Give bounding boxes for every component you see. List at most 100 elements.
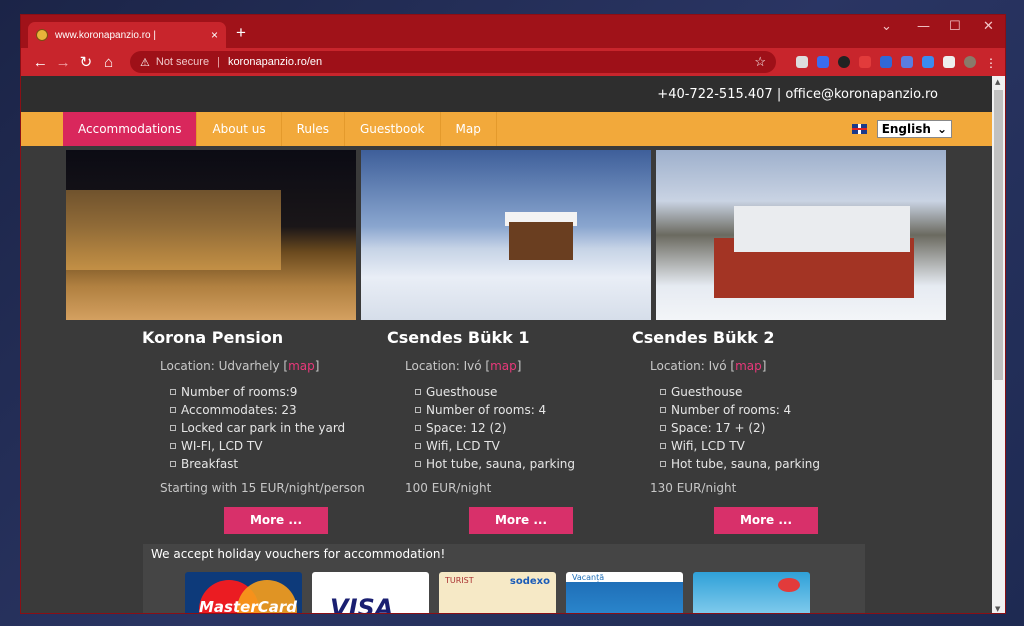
home-icon[interactable]: ⌂ [97,54,120,71]
more-button[interactable]: More ... [714,507,818,534]
pension-name: Csendes Bükk 1 [387,328,530,347]
voucher-cards: MasterCard VISA TURIST sodexo Vacanță [185,572,810,614]
map-link[interactable]: map [288,359,315,373]
vacanta-text: Vacanță [572,573,605,582]
pension-price: 100 EUR/night [405,481,492,495]
minimize-button[interactable]: — [917,19,930,34]
more-button[interactable]: More ... [469,507,573,534]
location-label: Location: Udvarhely [ [160,359,289,373]
location-bracket: ] [516,359,522,373]
tab-close-icon[interactable]: × [211,28,218,42]
back-icon[interactable]: ← [29,54,52,71]
mastercard-logo: MasterCard [185,572,302,614]
list-item: Accommodates: 23 [170,401,387,419]
nav-accommodations[interactable]: Accommodations [63,112,198,146]
page-content: +40-722-515.407 | office@koronapanzio.ro… [21,76,994,614]
visa-logo: VISA [312,572,429,614]
location-bracket: ] [314,359,320,373]
puzzle-icon[interactable] [943,56,955,68]
page-scrollbar[interactable]: ▲ ▼ [992,76,1005,613]
extension-icon[interactable] [859,56,871,68]
browser-window: www.koronapanzio.ro | × + ⌄ — ☐ ✕ ← → ↻ … [20,14,1006,614]
more-button[interactable]: More ... [224,507,328,534]
pension-location: Location: Ivó [map] [405,359,632,373]
vouchers-text: We accept holiday vouchers for accommoda… [151,547,446,561]
browser-toolbar: ← → ↻ ⌂ ⚠ Not secure | koronapanzio.ro/e… [21,48,1005,76]
vacanta-card: Vacanță [566,572,683,613]
avatar[interactable] [964,56,976,68]
map-link[interactable]: map [735,359,762,373]
location-label: Location: Ivó [ [650,359,736,373]
new-tab-button[interactable]: + [236,23,246,43]
pensions-list: Korona Pension Location: Udvarhely [map]… [142,328,994,534]
language-select[interactable]: English ⌄ [876,120,952,138]
pension-price: Starting with 15 EUR/night/person [160,481,365,495]
extension-icon[interactable] [922,56,934,68]
list-item: Space: 17 + (2) [660,419,877,437]
vouchers-section: We accept holiday vouchers for accommoda… [143,544,865,614]
extensions-area: ⋮ [796,56,997,70]
main-nav: Accommodations About us Rules Guestbook … [21,112,994,146]
list-item: Wifi, LCD TV [415,437,632,455]
separator: | [217,56,220,68]
extension-icon[interactable] [838,56,850,68]
nav-guestbook[interactable]: Guestbook [345,112,441,146]
pension-location: Location: Udvarhely [map] [160,359,387,373]
csendes-bukk-2-photo [656,150,946,320]
list-item: Wifi, LCD TV [660,437,877,455]
extension-icon[interactable] [901,56,913,68]
pension-card: Csendes Bükk 2 Location: Ivó [map] Guest… [632,328,877,534]
scrollbar-thumb[interactable] [994,90,1003,380]
url-text[interactable]: koronapanzio.ro/en [228,56,322,68]
pension-card: Csendes Bükk 1 Location: Ivó [map] Guest… [387,328,632,534]
list-item: Number of rooms: 4 [415,401,632,419]
map-link[interactable]: map [490,359,517,373]
favicon-icon [36,29,48,41]
list-item: Locked car park in the yard [170,419,387,437]
turist-text: TURIST [445,576,474,585]
chevron-down-icon: ⌄ [936,122,947,136]
pension-name: Korona Pension [142,328,284,347]
language-value: English [881,122,931,136]
location-bracket: ] [761,359,767,373]
pension-name: Csendes Bükk 2 [632,328,775,347]
list-item: Guesthouse [415,383,632,401]
tab-strip: www.koronapanzio.ro | × + ⌄ — ☐ ✕ [21,15,1005,48]
list-item: Number of rooms:9 [170,383,387,401]
tab-search-icon[interactable]: ⌄ [881,19,892,34]
nav-rules[interactable]: Rules [282,112,345,146]
mastercard-text: MasterCard [199,598,297,614]
holiday-card [693,572,810,613]
nav-about-us[interactable]: About us [197,112,282,146]
scroll-up-icon[interactable]: ▲ [995,78,1000,86]
tab-title: www.koronapanzio.ro | [55,29,156,41]
sodexo-card: TURIST sodexo [439,572,556,613]
list-item: Breakfast [170,455,387,473]
security-label[interactable]: Not secure [156,56,209,68]
bookmark-star-icon[interactable]: ☆ [754,54,766,70]
extension-icon[interactable] [817,56,829,68]
warning-icon[interactable]: ⚠ [140,56,150,69]
contact-bar: +40-722-515.407 | office@koronapanzio.ro [21,76,994,112]
korona-photo [66,150,356,320]
uk-flag-icon [851,124,867,134]
extension-icon[interactable] [880,56,892,68]
list-item: WI-FI, LCD TV [170,437,387,455]
forward-icon[interactable]: → [52,54,75,71]
list-item: Hot tube, sauna, parking [415,455,632,473]
extension-icon[interactable] [796,56,808,68]
photo-row [66,150,994,320]
scroll-down-icon[interactable]: ▼ [995,605,1000,613]
browser-tab[interactable]: www.koronapanzio.ro | × [28,22,226,48]
feature-list: Guesthouse Number of rooms: 4 Space: 17 … [660,383,877,473]
maximize-button[interactable]: ☐ [949,19,961,34]
pension-price: 130 EUR/night [650,481,737,495]
visa-text: VISA [330,594,394,614]
pension-location: Location: Ivó [map] [650,359,877,373]
address-bar[interactable]: ⚠ Not secure | koronapanzio.ro/en ☆ [130,51,776,73]
close-window-button[interactable]: ✕ [983,19,994,34]
reload-icon[interactable]: ↻ [75,53,98,71]
menu-icon[interactable]: ⋮ [985,56,997,70]
nav-map[interactable]: Map [441,112,497,146]
feature-list: Guesthouse Number of rooms: 4 Space: 12 … [415,383,632,473]
